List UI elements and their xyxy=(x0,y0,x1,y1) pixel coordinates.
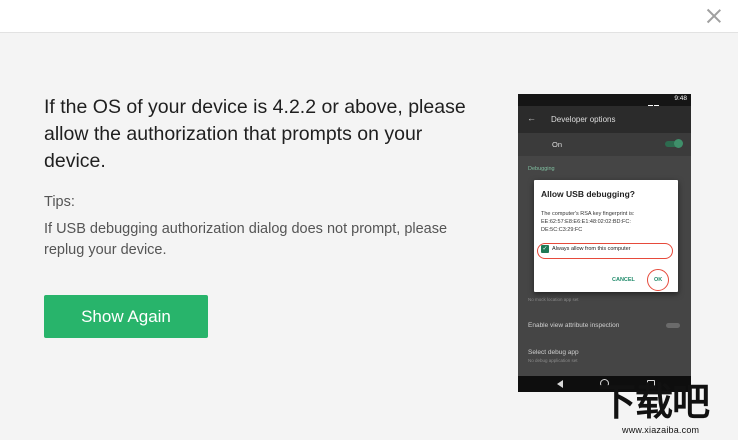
checkbox-checked-icon: ✓ xyxy=(541,245,549,253)
usb-debug-dialog: Allow USB debugging? The computer's RSA … xyxy=(534,180,678,292)
tips-text: If USB debugging authorization dialog do… xyxy=(44,221,448,258)
title-bar xyxy=(0,0,738,33)
phone-debug-app-row: Select debug app xyxy=(528,349,579,356)
nav-back-icon xyxy=(557,380,563,388)
watermark-url: www.xiazaiba.com xyxy=(622,425,700,435)
phone-master-toggle xyxy=(665,139,683,148)
device-screenshot: 9:48 ← Developer options On Debugging No… xyxy=(518,94,691,392)
dialog-title: Allow USB debugging? xyxy=(541,189,635,199)
watermark-main: 下载吧 xyxy=(598,380,710,424)
dialog-body: The computer's RSA key fingerprint is: E… xyxy=(541,211,635,233)
phone-status-bar: 9:48 xyxy=(518,94,691,110)
close-icon[interactable] xyxy=(704,6,724,26)
back-arrow-icon: ← xyxy=(527,113,536,123)
tips-title: Tips: xyxy=(44,194,75,210)
dialog-cancel: CANCEL xyxy=(612,277,635,283)
phone-on-label: On xyxy=(552,140,563,149)
show-again-button[interactable]: Show Again xyxy=(44,295,208,338)
phone-app-title: Developer options xyxy=(551,115,616,124)
phone-mock-sub: No mock location app set xyxy=(528,297,579,302)
checkbox-label: Always allow from this computer xyxy=(552,246,631,252)
phone-app-bar: ← Developer options xyxy=(518,106,691,133)
signal-icons xyxy=(648,97,664,110)
dialog-ok: OK xyxy=(654,277,663,283)
phone-time: 9:48 xyxy=(674,95,687,102)
phone-debug-app-sub: No debug application set xyxy=(528,358,578,363)
phone-on-row: On xyxy=(518,133,691,156)
phone-view-attr-toggle xyxy=(666,323,680,328)
watermark-logo: 下载吧 www.xiazaiba.com xyxy=(598,381,734,439)
phone-section-label: Debugging xyxy=(528,166,555,172)
instruction-heading: If the OS of your device is 4.2.2 or abo… xyxy=(44,96,466,172)
phone-view-attr-row: Enable view attribute inspection xyxy=(528,322,620,329)
